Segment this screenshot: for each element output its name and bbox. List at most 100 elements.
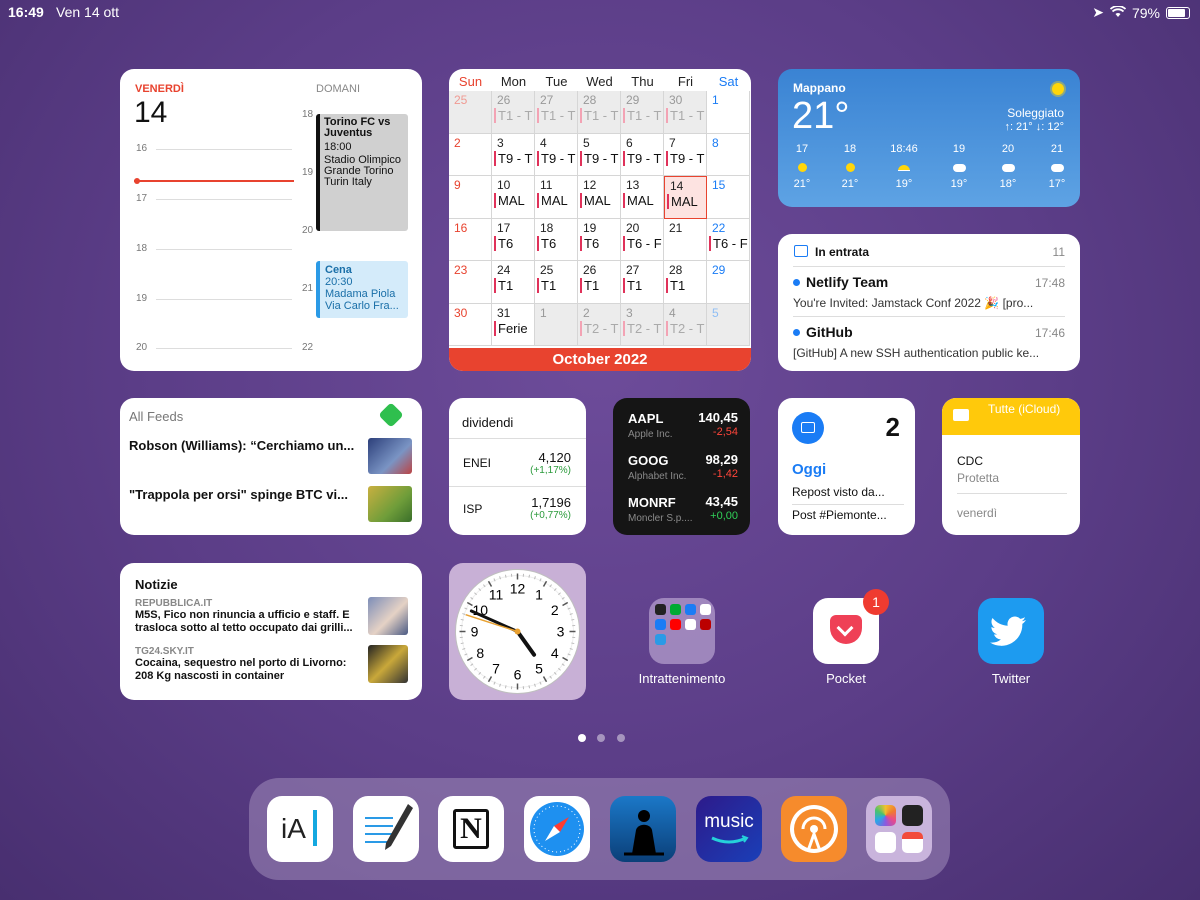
notes-widget[interactable]: Tutte (iCloud) CDC Protetta venerdì bbox=[942, 398, 1080, 535]
day-cell[interactable]: 4 T9 - T bbox=[535, 133, 578, 176]
weekday-header: Sat bbox=[718, 74, 739, 89]
note-title[interactable]: CDC bbox=[957, 454, 983, 468]
page-dot[interactable] bbox=[597, 734, 605, 742]
day-cell[interactable]: 16 bbox=[449, 218, 492, 261]
hour-label: 21 bbox=[302, 283, 314, 294]
day-cell[interactable]: 22 T6 - F bbox=[707, 218, 750, 261]
event-dinner[interactable]: Cena 20:30 Madama Piola Via Carlo Fra... bbox=[316, 261, 408, 318]
news-headline[interactable]: M5S, Fico non rinuncia a ufficio e staff… bbox=[135, 609, 360, 635]
stock-symbol: MONRF bbox=[628, 495, 676, 510]
day-event: Ferie bbox=[494, 320, 528, 336]
day-cell[interactable]: 1 bbox=[707, 91, 750, 134]
day-cell[interactable]: 24 T1 bbox=[492, 261, 535, 304]
mail-widget[interactable]: In entrata 11 Netlify Team 17:48 You're … bbox=[778, 234, 1080, 371]
day-cell[interactable]: 10 MAL bbox=[492, 176, 535, 219]
day-cell[interactable]: 7 T9 - T bbox=[664, 133, 707, 176]
day-event: MAL bbox=[580, 193, 611, 208]
day-cell[interactable]: 5 T9 - T bbox=[578, 133, 621, 176]
day-cell[interactable]: 2 T2 - T bbox=[578, 303, 621, 346]
day-cell[interactable]: 29 bbox=[707, 261, 750, 304]
reminder-item[interactable]: Repost visto da... bbox=[792, 485, 904, 505]
clock-widget[interactable]: 12 1 2 3 4 5 6 7 8 9 10 11 bbox=[449, 563, 586, 700]
day-cell[interactable]: 25 T1 bbox=[535, 261, 578, 304]
day-cell[interactable]: 12 MAL bbox=[578, 176, 621, 219]
day-cell[interactable]: 5 bbox=[707, 303, 750, 346]
day-event: T6 bbox=[494, 235, 513, 251]
day-cell[interactable]: 26 T1 - T bbox=[492, 91, 535, 134]
note-subtitle[interactable]: venerdì bbox=[957, 506, 997, 520]
day-cell[interactable]: 30 T1 - T bbox=[664, 91, 707, 134]
day-cell[interactable]: 4 T2 - T bbox=[664, 303, 707, 346]
hour-line bbox=[156, 299, 292, 300]
overcast-app[interactable] bbox=[781, 796, 847, 862]
feeds-widget[interactable]: All Feeds Robson (Williams): “Cerchiamo … bbox=[120, 398, 422, 535]
clock-number: 6 bbox=[514, 667, 522, 683]
mail-item[interactable]: GitHub 17:46 [GitHub] A new SSH authenti… bbox=[793, 324, 1065, 360]
page-dot-active[interactable] bbox=[578, 734, 586, 742]
clock-tick bbox=[504, 574, 507, 578]
day-cell[interactable]: 28 T1 bbox=[664, 261, 707, 304]
weekday-header: Tue bbox=[545, 74, 568, 89]
stock-row[interactable]: AAPL 140,45 Apple Inc. -2,54 bbox=[628, 410, 738, 440]
news-headline[interactable]: Cocaina, sequestro nel porto di Livorno:… bbox=[135, 657, 360, 683]
day-cell[interactable]: 27 T1 bbox=[621, 261, 664, 304]
calendar-month-widget[interactable]: Sun Mon Tue Wed Thu Fri Sat 25 26 T1 - T 27 T1 - T… bbox=[449, 69, 751, 371]
page-dot[interactable] bbox=[617, 734, 625, 742]
feeds-title: All Feeds bbox=[129, 409, 184, 424]
dock-folder[interactable] bbox=[866, 796, 932, 862]
noteshelf-app[interactable] bbox=[353, 796, 419, 862]
day-cell[interactable]: 13 MAL bbox=[621, 176, 664, 219]
hourly-forecast: 20 18° bbox=[988, 143, 1028, 190]
folder-label: Intrattenimento bbox=[638, 671, 726, 686]
battery-percent: 79% bbox=[1131, 4, 1160, 21]
reminder-item[interactable]: Post #Piemonte... bbox=[792, 508, 904, 522]
day-cell[interactable]: 31 Ferie bbox=[492, 303, 535, 346]
event-match[interactable]: Torino FC vs Juventus 18:00 Stadio Olimp… bbox=[316, 114, 408, 231]
stock-row[interactable]: GOOG 98,29 Alphabet Inc. -1,42 bbox=[628, 452, 738, 482]
day-event: T1 - T bbox=[537, 108, 575, 123]
day-cell[interactable]: 18 T6 bbox=[535, 218, 578, 261]
ia-writer-app[interactable]: iA bbox=[267, 796, 333, 862]
folder-intrattenimento[interactable] bbox=[649, 598, 715, 664]
day-cell[interactable]: 21 bbox=[664, 218, 707, 261]
feed-item[interactable]: "Trappola per orsi" spinge BTC vi... bbox=[129, 487, 359, 502]
day-cell[interactable]: 30 bbox=[449, 303, 492, 346]
mail-sender: GitHub bbox=[806, 324, 853, 340]
reminders-widget[interactable]: 2 Oggi Repost visto da... Post #Piemonte… bbox=[778, 398, 915, 535]
stock-row[interactable]: MONRF 43,45 Moncler S.p.... +0,00 bbox=[628, 494, 738, 524]
day-event: MAL bbox=[494, 193, 525, 208]
notion-app[interactable]: N bbox=[438, 796, 504, 862]
day-cell[interactable]: 20 T6 - F bbox=[621, 218, 664, 261]
day-cell[interactable]: 2 bbox=[449, 133, 492, 176]
day-cell[interactable]: 8 bbox=[707, 133, 750, 176]
day-cell[interactable]: 3 T2 - T bbox=[621, 303, 664, 346]
stock-name: ENEI bbox=[463, 456, 492, 470]
weather-widget[interactable]: Mappano 21° Soleggiato ↑: 21° ↓: 12° 17 2… bbox=[778, 69, 1080, 207]
day-cell[interactable]: 27 T1 - T bbox=[535, 91, 578, 134]
day-cell[interactable]: 25 bbox=[449, 91, 492, 134]
day-cell[interactable]: 28 T1 - T bbox=[578, 91, 621, 134]
twitter-app[interactable] bbox=[978, 598, 1044, 664]
calendar-day-widget[interactable]: VENERDÌ 14 DOMANI 16 17 18 19 20 18 19 2… bbox=[120, 69, 422, 371]
news-widget[interactable]: Notizie REPUBBLICA.IT M5S, Fico non rinu… bbox=[120, 563, 422, 700]
day-cell[interactable]: 11 MAL bbox=[535, 176, 578, 219]
amazon-music-app[interactable]: music bbox=[696, 796, 762, 862]
day-cell[interactable]: 9 bbox=[449, 176, 492, 219]
dividendi-widget[interactable]: dividendi ENEI 4,120 (+1,17%) ISP 1,7196… bbox=[449, 398, 586, 535]
day-cell[interactable]: 14 MAL bbox=[664, 176, 707, 219]
mail-item[interactable]: Netlify Team 17:48 You're Invited: Jamst… bbox=[793, 274, 1065, 310]
day-cell[interactable]: 3 T9 - T bbox=[492, 133, 535, 176]
day-cell[interactable]: 17 T6 bbox=[492, 218, 535, 261]
day-cell[interactable]: 29 T1 - T bbox=[621, 91, 664, 134]
day-cell[interactable]: 6 T9 - T bbox=[621, 133, 664, 176]
day-cell[interactable]: 1 bbox=[535, 303, 578, 346]
day-cell[interactable]: 23 bbox=[449, 261, 492, 304]
day-cell[interactable]: 19 T6 bbox=[578, 218, 621, 261]
day-cell[interactable]: 15 bbox=[707, 176, 750, 219]
news-thumbnail bbox=[368, 597, 408, 635]
kindle-app[interactable] bbox=[610, 796, 676, 862]
mail-sender: Netlify Team bbox=[806, 274, 889, 290]
safari-app[interactable] bbox=[524, 796, 590, 862]
day-cell[interactable]: 26 T1 bbox=[578, 261, 621, 304]
feed-item[interactable]: Robson (Williams): “Cerchiamo un... bbox=[129, 438, 359, 453]
